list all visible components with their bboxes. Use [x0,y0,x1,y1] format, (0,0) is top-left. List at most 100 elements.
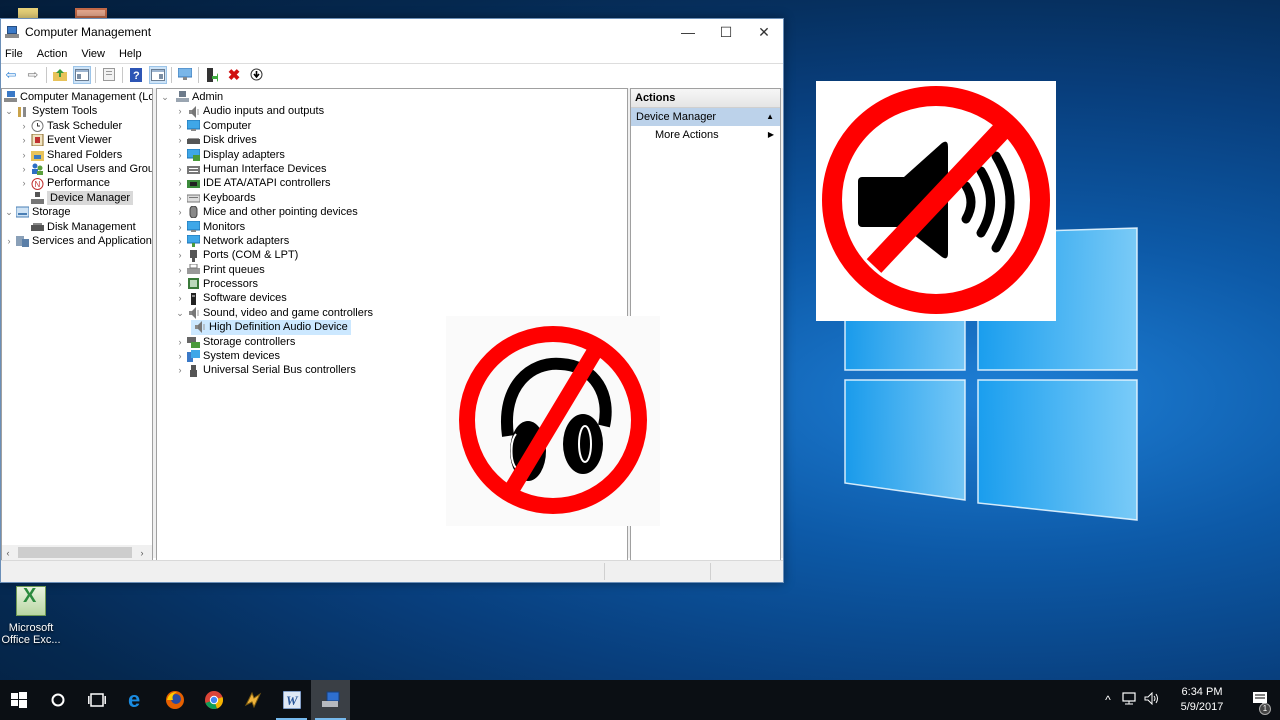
console-tree-item[interactable]: Disk Management [2,220,152,234]
actions-section-device-manager[interactable]: Device Manager ▲ [631,108,780,126]
word-taskbar-button[interactable]: W [272,680,311,720]
menu-view[interactable]: View [81,48,105,60]
device-category[interactable]: › Keyboards [157,191,627,205]
chevron-right-icon[interactable]: › [4,234,14,248]
back-arrow-icon[interactable]: ⇦ [2,66,20,84]
chevron-down-icon[interactable]: ⌄ [160,90,170,104]
chevron-right-icon[interactable]: › [175,277,185,291]
more-actions-item[interactable]: More Actions ▶ [631,126,780,144]
device-category[interactable]: › Software devices [157,291,627,305]
console-tree-item[interactable]: ⌄ Storage [2,205,152,219]
forward-arrow-icon[interactable]: ⇨ [24,66,42,84]
volume-icon[interactable] [1142,691,1162,708]
chrome-taskbar-button[interactable] [194,680,233,720]
device-category[interactable]: › IDE ATA/ATAPI controllers [157,176,627,190]
chevron-right-icon[interactable]: › [175,176,185,190]
device-category[interactable]: › Computer [157,119,627,133]
chevron-down-icon[interactable]: ⌄ [4,205,14,219]
device-category[interactable]: › Network adapters [157,234,627,248]
help-icon[interactable]: ? [127,66,145,84]
desktop-icon-label-line2: Office Exc... [1,634,61,646]
chevron-right-icon[interactable]: › [175,148,185,162]
console-tree-item[interactable]: › Services and Applications [2,234,152,248]
horizontal-scrollbar[interactable]: ‹ › [2,545,152,560]
chevron-right-icon[interactable]: › [19,119,29,133]
edge-taskbar-button[interactable]: e [116,680,155,720]
console-tree-item-label: Event Viewer [47,134,112,147]
menu-action[interactable]: Action [37,48,68,60]
computer-management-taskbar-button[interactable] [311,680,350,720]
chevron-right-icon[interactable]: › [175,291,185,305]
scrollbar-thumb[interactable] [18,547,132,558]
scroll-left-arrow[interactable]: ‹ [2,548,14,558]
task-view-button[interactable] [77,680,116,720]
chevron-down-icon[interactable]: ⌄ [4,104,14,118]
chevron-right-icon[interactable]: › [19,162,29,176]
menu-help[interactable]: Help [119,48,142,60]
console-tree-item[interactable]: › N Performance [2,176,152,190]
chevron-right-icon[interactable]: › [175,119,185,133]
console-tree-item[interactable]: Computer Management (Local [2,90,152,104]
device-category[interactable]: › Ports (COM & LPT) [157,248,627,262]
chevron-right-icon[interactable]: › [175,248,185,262]
device-category[interactable]: › Disk drives [157,133,627,147]
start-button[interactable] [0,680,38,720]
show-hide-action-pane-icon[interactable] [149,65,167,84]
device-category[interactable]: › Processors [157,277,627,291]
device-tree-root[interactable]: ⌄ Admin [157,90,627,104]
scan-hardware-icon[interactable] [176,66,194,84]
storage-icon [15,206,30,218]
device-category[interactable]: › Human Interface Devices [157,162,627,176]
scroll-right-arrow[interactable]: › [136,548,148,558]
menu-file[interactable]: File [5,48,23,60]
windows-start-icon [11,692,27,708]
chevron-right-icon[interactable]: › [175,133,185,147]
close-button[interactable]: ✕ [745,19,783,45]
action-center-button[interactable]: 1 [1240,691,1280,715]
console-tree-item[interactable]: Device Manager [2,190,152,206]
device-category[interactable]: › Mice and other pointing devices [157,205,627,219]
chevron-right-icon[interactable]: › [175,191,185,205]
chevron-right-icon[interactable]: › [175,363,185,377]
minimize-button[interactable]: — [669,19,707,45]
disable-device-icon[interactable] [247,66,265,84]
excel-desktop-shortcut[interactable]: Microsoft Office Exc... [0,584,62,646]
device-category[interactable]: › Audio inputs and outputs [157,104,627,118]
desktop-app-icon[interactable] [75,8,107,18]
cortana-button[interactable] [38,680,77,720]
chevron-right-icon[interactable]: › [175,162,185,176]
title-bar[interactable]: Computer Management — ☐ ✕ [1,19,783,45]
winamp-taskbar-button[interactable] [233,680,272,720]
update-driver-icon[interactable] [203,66,221,84]
show-hide-console-tree-icon[interactable] [73,65,91,84]
chevron-right-icon[interactable]: › [175,234,185,248]
chevron-right-icon[interactable]: › [175,205,185,219]
console-tree-item[interactable]: › Event Viewer [2,133,152,147]
up-folder-icon[interactable] [51,66,69,84]
desktop-folder-icon[interactable] [18,8,38,18]
device-category[interactable]: › Print queues [157,263,627,277]
console-tree-item[interactable]: › Shared Folders [2,148,152,162]
chevron-right-icon[interactable]: › [19,133,29,147]
uninstall-icon[interactable]: ✖ [225,66,243,84]
chevron-right-icon[interactable]: › [19,176,29,190]
firefox-taskbar-button[interactable] [155,680,194,720]
device-category[interactable]: › Display adapters [157,148,627,162]
chevron-right-icon[interactable]: › [175,263,185,277]
maximize-button[interactable]: ☐ [707,19,745,45]
show-hidden-icons-chevron[interactable]: ^ [1098,693,1118,707]
chevron-down-icon[interactable]: ⌄ [175,306,185,320]
console-tree-item[interactable]: › Local Users and Groups [2,162,152,176]
chevron-right-icon[interactable]: › [175,104,185,118]
chevron-right-icon[interactable]: › [175,335,185,349]
network-icon[interactable] [1120,692,1140,708]
chevron-right-icon[interactable]: › [19,148,29,162]
properties-icon[interactable] [100,66,118,84]
clock[interactable]: 6:34 PM 5/9/2017 [1170,685,1234,715]
console-tree-item[interactable]: › Task Scheduler [2,119,152,133]
collapse-up-icon[interactable]: ▲ [766,108,774,126]
device-category[interactable]: › Monitors [157,220,627,234]
chevron-right-icon[interactable]: › [175,220,185,234]
console-tree-item[interactable]: ⌄ System Tools [2,104,152,118]
chevron-right-icon[interactable]: › [175,349,185,363]
